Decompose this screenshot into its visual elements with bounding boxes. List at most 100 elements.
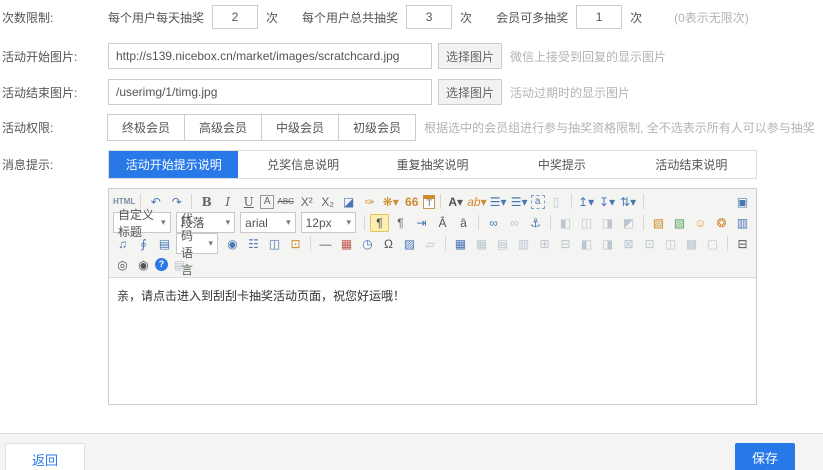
member-group-middle-button[interactable]: 中级会员 <box>261 114 339 141</box>
paste-icon[interactable]: ▤ <box>170 256 189 274</box>
print-icon[interactable]: ⊟ <box>733 235 752 253</box>
form-icon[interactable]: ▨ <box>400 235 419 253</box>
end-image-label: 活动结束图片: <box>2 84 108 101</box>
tab-redeem-info[interactable]: 兑奖信息说明 <box>238 151 367 178</box>
separator <box>478 215 479 230</box>
preview-icon[interactable]: ◎ <box>113 256 132 274</box>
member-group-junior-button[interactable]: 初级会员 <box>338 114 416 141</box>
table-properties-icon[interactable]: ▤ <box>493 235 512 253</box>
font-color-icon[interactable]: A▾ <box>446 193 465 211</box>
ordered-list-icon[interactable]: ☰▾ <box>489 193 508 211</box>
font-size-select[interactable]: 12px ▾ <box>301 212 356 233</box>
editor-content[interactable]: 亲，请点击进入到刮刮卡抽奖活动页面，祝您好运哦！ <box>109 278 756 404</box>
page-break-icon[interactable]: ☷ <box>244 235 263 253</box>
member-group-senior-button[interactable]: 高级会员 <box>184 114 262 141</box>
tab-repeat-draw[interactable]: 重复抽奖说明 <box>368 151 497 178</box>
insert-row-below-icon[interactable]: ⊟ <box>556 235 575 253</box>
heading-select[interactable]: 自定义标题 ▾ <box>113 212 171 233</box>
find-replace-icon[interactable]: ◉ <box>134 256 153 274</box>
margin-top-icon[interactable]: ↥▾ <box>577 193 596 211</box>
delete-table-icon[interactable]: ▦ <box>472 235 491 253</box>
help-icon[interactable]: ? <box>155 258 168 271</box>
merge-cells-icon[interactable]: ◫ <box>661 235 680 253</box>
chevron-down-icon: ▾ <box>346 217 351 228</box>
line-height-icon[interactable]: ⇅▾ <box>619 193 638 211</box>
ltr-paragraph-icon[interactable]: ¶ <box>370 214 389 232</box>
strikethrough-icon[interactable]: ABC <box>276 193 295 211</box>
end-image-url-input[interactable] <box>108 79 432 105</box>
delete-col-icon[interactable]: ⊡ <box>640 235 659 253</box>
end-image-pick-button[interactable]: 选择图片 <box>438 79 502 105</box>
omega-icon[interactable]: Ω <box>379 235 398 253</box>
image-block-icon[interactable]: ◩ <box>619 214 638 232</box>
palette-icon[interactable]: ❂ <box>712 214 731 232</box>
tab-activity-end[interactable]: 活动结束说明 <box>627 151 756 178</box>
superscript-icon[interactable]: X² <box>297 193 316 211</box>
anchor-icon[interactable]: ⚓ <box>526 214 545 232</box>
member-group-ultimate-button[interactable]: 终极会员 <box>107 114 185 141</box>
fullscreen-icon[interactable]: ▣ <box>733 193 752 211</box>
member-extra-draw-input[interactable] <box>576 5 622 29</box>
image-icon[interactable]: ▧ <box>649 214 668 232</box>
insert-col-right-icon[interactable]: ◨ <box>598 235 617 253</box>
redo-icon[interactable]: ↷ <box>167 193 186 211</box>
rtl-paragraph-icon[interactable]: ¶ <box>391 214 410 232</box>
subscript-icon[interactable]: X₂ <box>318 193 337 211</box>
image-align-right-icon[interactable]: ◨ <box>598 214 617 232</box>
emoticon-icon[interactable]: ☺ <box>691 214 710 232</box>
insert-file-icon[interactable]: ▤ <box>155 235 174 253</box>
tab-activity-start-message[interactable]: 活动开始提示说明 <box>109 151 238 178</box>
start-image-pick-button[interactable]: 选择图片 <box>438 43 502 69</box>
unlink-icon[interactable]: ∞ <box>505 214 524 232</box>
bold-icon[interactable]: B <box>197 193 216 211</box>
code-language-select[interactable]: 代码语言 ▾ <box>176 233 218 254</box>
insert-row-above-icon[interactable]: ⊞ <box>535 235 554 253</box>
tab-label: 重复抽奖说明 <box>397 156 469 173</box>
columns-icon[interactable]: ◫ <box>265 235 284 253</box>
highlight-color-icon[interactable]: ab▾ <box>467 193 486 211</box>
image-align-left-icon[interactable]: ◧ <box>556 214 575 232</box>
italic-icon[interactable]: I <box>218 193 237 211</box>
attachment-icon[interactable]: ∮ <box>134 235 153 253</box>
media-icon[interactable]: ▥ <box>733 214 752 232</box>
margin-bottom-icon[interactable]: ↧▾ <box>598 193 617 211</box>
anchor-small-icon[interactable]: a <box>531 195 545 209</box>
hr-icon[interactable]: — <box>316 235 335 253</box>
select-value: arial <box>245 216 268 230</box>
screenshot-icon[interactable]: ⊡ <box>286 235 305 253</box>
blank-page-icon[interactable]: ▯ <box>547 193 566 211</box>
format-painter-icon[interactable]: ✑ <box>360 193 379 211</box>
link-icon[interactable]: ∞ <box>484 214 503 232</box>
uppercase-icon[interactable]: Â <box>433 214 452 232</box>
start-image-url-input[interactable] <box>108 43 432 69</box>
split-cells-icon[interactable]: ▩ <box>682 235 701 253</box>
save-button[interactable]: 保存 <box>735 443 795 470</box>
daily-draw-count-input[interactable] <box>212 5 258 29</box>
table-icon[interactable]: ▦ <box>451 235 470 253</box>
unordered-list-icon[interactable]: ☰▾ <box>510 193 529 211</box>
paragraph-indent-icon[interactable]: ⇥ <box>412 214 431 232</box>
blockquote-icon[interactable]: 66 <box>402 193 421 211</box>
total-draw-count-input[interactable] <box>406 5 452 29</box>
underline-icon[interactable]: U <box>239 193 258 211</box>
time-icon[interactable]: ◷ <box>358 235 377 253</box>
font-box-icon[interactable]: A <box>260 195 274 209</box>
color-splash-icon[interactable]: ❋▾ <box>381 193 400 211</box>
calendar-icon[interactable]: ▦ <box>337 235 356 253</box>
remove-format-icon[interactable]: ◪ <box>339 193 358 211</box>
doc-icon[interactable]: ▢ <box>703 235 722 253</box>
map-icon[interactable]: ▱ <box>421 235 440 253</box>
insert-code-icon[interactable]: ◉ <box>223 235 242 253</box>
music-icon[interactable]: ♫ <box>113 235 132 253</box>
font-family-select[interactable]: arial ▾ <box>240 212 295 233</box>
net-image-icon[interactable]: ▧ <box>670 214 689 232</box>
insert-col-left-icon[interactable]: ◧ <box>577 235 596 253</box>
back-button[interactable]: 返回 <box>5 443 85 470</box>
paste-as-text-icon[interactable]: T <box>423 195 435 209</box>
cell-properties-icon[interactable]: ▥ <box>514 235 533 253</box>
limit-field-suffix: 次 <box>460 9 472 26</box>
delete-row-icon[interactable]: ⊠ <box>619 235 638 253</box>
image-align-center-icon[interactable]: ◫ <box>577 214 596 232</box>
lowercase-icon[interactable]: â <box>454 214 473 232</box>
tab-win-message[interactable]: 中奖提示 <box>497 151 626 178</box>
